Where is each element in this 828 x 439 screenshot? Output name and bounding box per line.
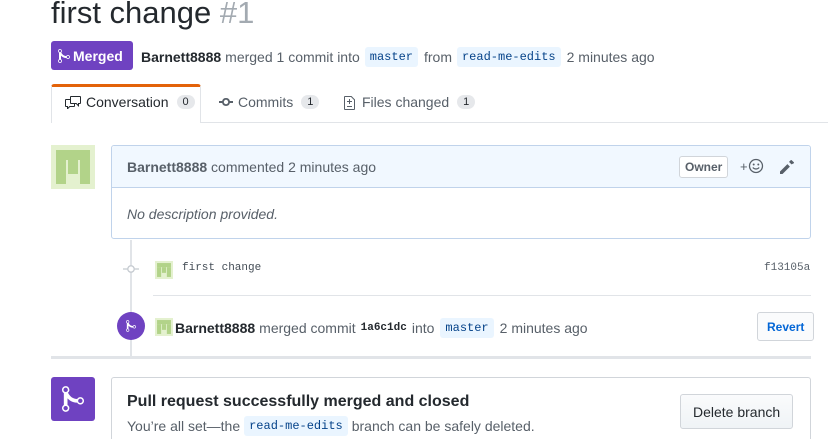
merge-event-branch[interactable]: master bbox=[440, 318, 494, 338]
tab-files-count: 1 bbox=[457, 95, 476, 109]
comment-header-text: Barnett8888 commented 2 minutes ago bbox=[127, 159, 376, 175]
comment-author-link[interactable]: Barnett8888 bbox=[127, 159, 207, 175]
pr-from-text: from bbox=[423, 49, 452, 65]
pr-author-link[interactable]: Barnett8888 bbox=[141, 49, 221, 65]
base-branch-ref[interactable]: master bbox=[364, 47, 418, 67]
git-merge-icon bbox=[126, 320, 136, 332]
delete-branch-button[interactable]: Delete branch bbox=[680, 394, 794, 429]
pr-time: 2 minutes ago bbox=[566, 49, 655, 65]
commit-dot-icon bbox=[123, 265, 139, 273]
tab-conversation-count: 0 bbox=[176, 95, 195, 109]
comment-header: Barnett8888 commented 2 minutes ago Owne… bbox=[112, 146, 810, 188]
merge-status-description: You’re all set—the read-me-edits branch … bbox=[127, 416, 535, 436]
tab-commits-label: Commits bbox=[238, 94, 294, 110]
pr-title: first change #1 bbox=[51, 0, 254, 31]
author-avatar[interactable] bbox=[51, 145, 95, 189]
comment-action: commented 2 minutes ago bbox=[211, 159, 377, 175]
pr-meta: Barnett8888 merged 1 commit into master … bbox=[141, 47, 660, 67]
smiley-icon bbox=[748, 158, 763, 174]
merge-status-title: Pull request successfully merged and clo… bbox=[127, 393, 470, 410]
tab-commits[interactable]: Commits 1 bbox=[219, 94, 320, 110]
file-diff-icon bbox=[344, 96, 355, 110]
add-reaction-plus: + bbox=[740, 158, 748, 174]
tab-conversation-label: Conversation bbox=[86, 94, 169, 110]
pr-title-text: first change bbox=[51, 0, 212, 30]
pr-merged-text: merged 1 commit into bbox=[225, 49, 360, 65]
merge-desc-prefix: You’re all set—the bbox=[127, 418, 241, 434]
pencil-icon[interactable] bbox=[780, 160, 794, 174]
comment-discussion-icon bbox=[65, 96, 81, 109]
owner-badge: Owner bbox=[679, 156, 729, 178]
merge-commit-sha[interactable]: 1a6c1dc bbox=[361, 322, 407, 334]
merged-state-label: Merged bbox=[73, 47, 123, 64]
tab-commits-count: 1 bbox=[301, 95, 320, 109]
merge-event-text: Barnett8888 merged commit 1a6c1dc into m… bbox=[175, 318, 588, 338]
tab-files-label: Files changed bbox=[362, 94, 450, 110]
merge-status-box: Pull request successfully merged and clo… bbox=[111, 377, 811, 439]
git-merge-icon bbox=[62, 386, 84, 412]
comment-body: No description provided. bbox=[127, 206, 278, 222]
merge-desc-branch[interactable]: read-me-edits bbox=[244, 416, 348, 436]
merge-event-time: 2 minutes ago bbox=[499, 320, 588, 336]
commit-author-avatar[interactable] bbox=[155, 261, 173, 279]
merge-desc-suffix: branch can be safely deleted. bbox=[351, 418, 535, 434]
git-commit-icon bbox=[219, 98, 233, 106]
merge-event-badge bbox=[117, 312, 145, 340]
head-branch-ref[interactable]: read-me-edits bbox=[456, 47, 561, 67]
revert-button[interactable]: Revert bbox=[757, 312, 815, 341]
tab-files-changed[interactable]: Files changed 1 bbox=[344, 94, 476, 110]
git-merge-icon bbox=[58, 48, 70, 63]
merged-status-icon bbox=[51, 377, 95, 421]
timeline-end-divider bbox=[51, 356, 811, 359]
merge-author-link[interactable]: Barnett8888 bbox=[175, 320, 255, 336]
merge-event-action: merged commit bbox=[259, 320, 356, 336]
timeline-divider bbox=[153, 295, 811, 296]
tab-conversation[interactable]: Conversation 0 bbox=[65, 94, 195, 110]
commit-message-link[interactable]: first change bbox=[182, 262, 261, 274]
add-reaction-button[interactable]: + bbox=[740, 158, 764, 174]
merge-author-avatar[interactable] bbox=[155, 318, 173, 336]
comment-box: Barnett8888 commented 2 minutes ago Owne… bbox=[111, 145, 811, 239]
commit-sha-link[interactable]: f13105a bbox=[764, 262, 810, 274]
merge-event-into: into bbox=[411, 320, 435, 336]
merged-state-badge: Merged bbox=[51, 41, 133, 70]
pr-number: #1 bbox=[219, 0, 255, 30]
